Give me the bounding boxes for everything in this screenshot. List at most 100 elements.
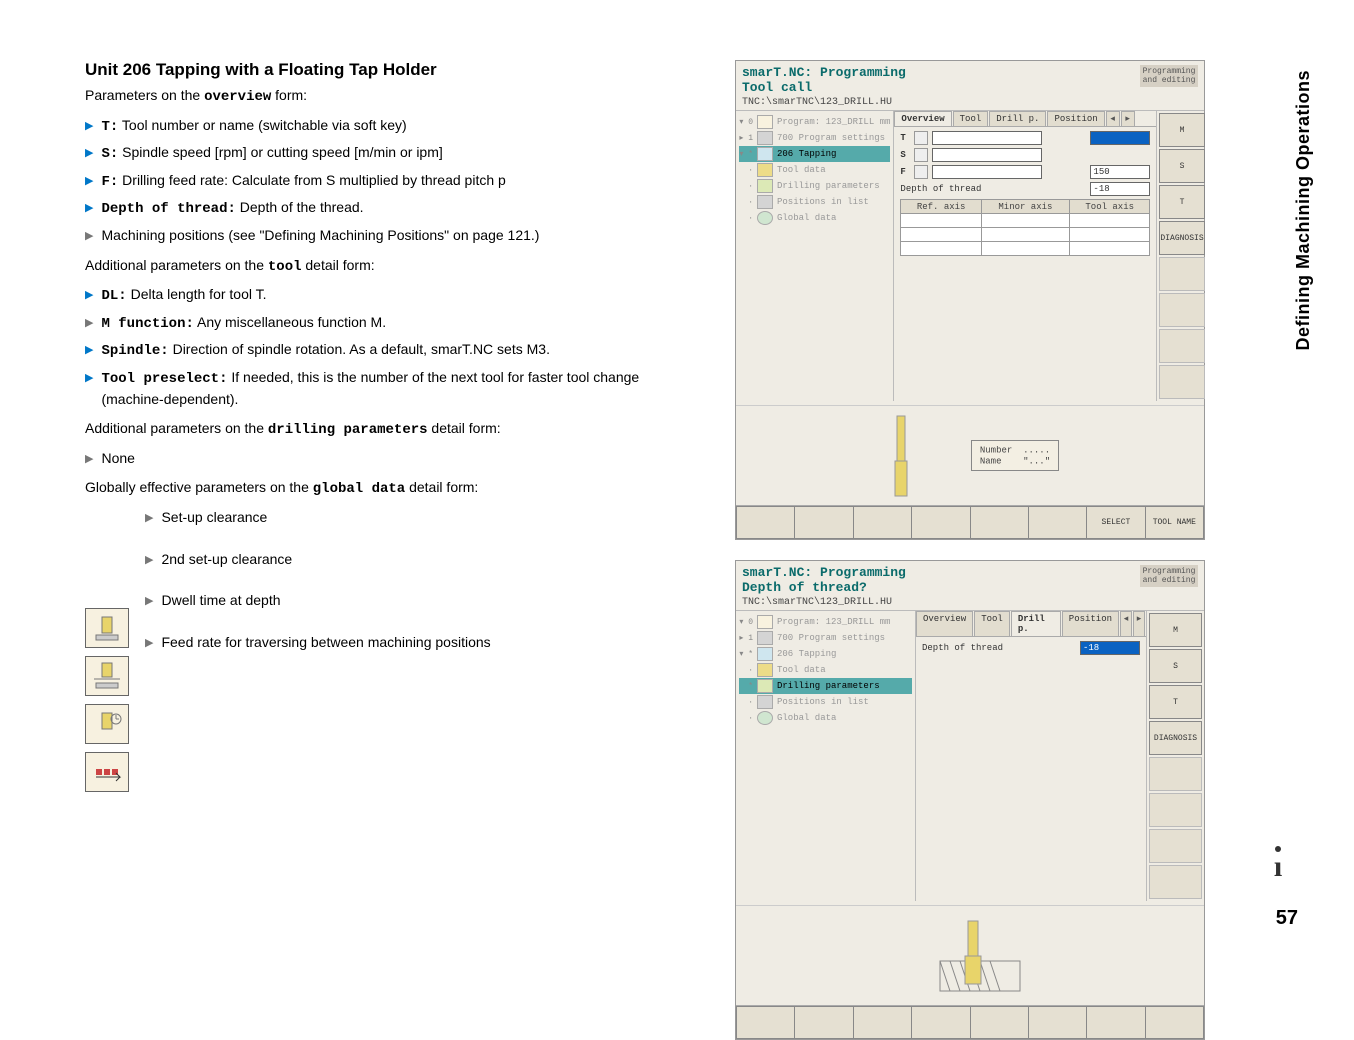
feed-icon <box>914 165 928 179</box>
overview-bullet-list: ▶T: Tool number or name (switchable via … <box>85 116 705 246</box>
tree-row[interactable]: ·Drilling parameters <box>739 178 890 194</box>
field-T-aux[interactable] <box>1090 131 1150 145</box>
tab-scroll-left[interactable]: ◂ <box>1106 111 1120 126</box>
tab-scroll-right[interactable]: ▸ <box>1133 611 1145 636</box>
softkey-tool-name[interactable]: TOOL NAME <box>1146 506 1204 539</box>
tree-row[interactable]: ▾ 0Program: 123_DRILL mm <box>739 114 890 130</box>
tree-node-icon <box>757 663 773 677</box>
mode-button-blank[interactable] <box>1159 329 1204 363</box>
bullet-text: Tool preselect: If needed, this is the n… <box>101 368 705 409</box>
program-tree[interactable]: ▾ 0Program: 123_DRILL mm▸ 1700 Program s… <box>736 611 916 901</box>
mode-button-t[interactable]: T <box>1149 685 1202 719</box>
field-F[interactable]: 150 <box>1090 165 1150 179</box>
tree-node-icon <box>757 631 773 645</box>
mode-button-blank[interactable] <box>1159 293 1204 327</box>
tree-row[interactable]: ▾ *206 Tapping <box>739 646 912 662</box>
bullet-text: Dwell time at depth <box>161 591 280 611</box>
mode-button-m[interactable]: M <box>1159 113 1204 147</box>
tree-row[interactable]: ·Tool data <box>739 162 890 178</box>
tree-row[interactable]: ·Global data <box>739 710 912 726</box>
field-depth[interactable]: -18 <box>1090 182 1150 196</box>
softkey-blank[interactable] <box>1029 506 1087 539</box>
ref-axis-table[interactable]: Ref. axisMinor axisTool axis <box>900 199 1150 256</box>
text-column: Unit 206 Tapping with a Floating Tap Hol… <box>85 60 705 1040</box>
softkey-blank[interactable] <box>854 506 912 539</box>
tab-position[interactable]: Position <box>1062 611 1119 636</box>
mode-button-blank[interactable] <box>1159 365 1204 399</box>
overview-intro: Parameters on the overview form: <box>85 86 705 108</box>
softkey-blank[interactable] <box>1029 1006 1087 1039</box>
mode-button-blank[interactable] <box>1149 865 1202 899</box>
mode-button-m[interactable]: M <box>1149 613 1202 647</box>
field-S[interactable] <box>932 148 1042 162</box>
tree-row[interactable]: ▸ 1700 Program settings <box>739 630 912 646</box>
softkey-bar[interactable] <box>736 1005 1204 1039</box>
mode-button-diagnosis[interactable]: DIAGNOSIS <box>1149 721 1202 755</box>
mode-button-s[interactable]: S <box>1149 649 1202 683</box>
tab-overview[interactable]: Overview <box>916 611 973 636</box>
tree-row[interactable]: ·Positions in list <box>739 694 912 710</box>
softkey-blank[interactable] <box>795 1006 853 1039</box>
mode-button-blank[interactable] <box>1159 257 1204 291</box>
mode-button-blank[interactable] <box>1149 793 1202 827</box>
softkey-blank[interactable] <box>971 506 1029 539</box>
bullet-item: ▶Spindle: Direction of spindle rotation.… <box>85 340 705 362</box>
tree-row[interactable]: ·Tool data <box>739 662 912 678</box>
tree-row[interactable]: ▾ 0Program: 123_DRILL mm <box>739 614 912 630</box>
window-subtitle: Depth of thread? <box>742 580 906 595</box>
tree-label: Positions in list <box>777 197 869 207</box>
bullet-item: ▶T: Tool number or name (switchable via … <box>85 116 705 138</box>
form-tabs[interactable]: OverviewToolDrill p.Position◂▸ <box>916 611 1146 637</box>
mode-button-t[interactable]: T <box>1159 185 1204 219</box>
bullet-item: ▶S: Spindle speed [rpm] or cutting speed… <box>85 143 705 165</box>
softkey-blank[interactable] <box>971 1006 1029 1039</box>
tree-node-icon <box>757 131 773 145</box>
tab-drillp[interactable]: Drill p. <box>989 111 1046 126</box>
tab-tool[interactable]: Tool <box>953 111 989 126</box>
tree-row[interactable]: ·Positions in list <box>739 194 890 210</box>
intro-bold: tool <box>268 259 302 275</box>
softkey-select[interactable]: SELECT <box>1087 506 1145 539</box>
traverse-feed-icon <box>85 752 129 792</box>
mode-button-diagnosis[interactable]: DIAGNOSIS <box>1159 221 1204 255</box>
field-F-aux[interactable] <box>932 165 1042 179</box>
softkey-blank[interactable] <box>1087 1006 1145 1039</box>
intro-bold: drilling parameters <box>268 422 428 438</box>
diagram-hint-box: Number ..... Name "..." <box>971 440 1059 471</box>
softkey-blank[interactable] <box>795 506 853 539</box>
intro-text: Globally effective parameters on the <box>85 479 313 495</box>
softkey-blank[interactable] <box>1146 1006 1204 1039</box>
softkey-blank[interactable] <box>736 1006 795 1039</box>
tab-overview[interactable]: Overview <box>894 111 951 126</box>
tree-row[interactable]: ▾ *206 Tapping <box>739 146 890 162</box>
tree-row[interactable]: *Drilling parameters <box>739 678 912 694</box>
tree-row[interactable]: ▸ 1700 Program settings <box>739 130 890 146</box>
softkey-bar[interactable]: SELECTTOOL NAME <box>736 505 1204 539</box>
softkey-blank[interactable] <box>912 1006 970 1039</box>
tool-intro: Additional parameters on the tool detail… <box>85 256 705 278</box>
field-depth[interactable]: -18 <box>1080 641 1140 655</box>
field-T[interactable] <box>932 131 1042 145</box>
mode-button-s[interactable]: S <box>1159 149 1204 183</box>
tree-label: 700 Program settings <box>777 133 885 143</box>
program-tree[interactable]: ▾ 0Program: 123_DRILL mm▸ 1700 Program s… <box>736 111 894 401</box>
hint-number-label: Number <box>980 446 1012 456</box>
softkey-blank[interactable] <box>736 506 795 539</box>
intro-text-post: detail form: <box>428 420 501 436</box>
form-tabs[interactable]: OverviewToolDrill p.Position◂▸ <box>894 111 1156 127</box>
tab-drillp[interactable]: Drill p. <box>1011 611 1061 636</box>
mode-button-blank[interactable] <box>1149 829 1202 863</box>
bullet-item: ▶M function: Any miscellaneous function … <box>85 313 705 335</box>
bullet-text: DL: Delta length for tool T. <box>101 285 266 307</box>
tree-row[interactable]: ·Global data <box>739 210 890 226</box>
softkey-blank[interactable] <box>912 506 970 539</box>
bullet-text: M function: Any miscellaneous function M… <box>101 313 386 335</box>
bullet-bold: F: <box>101 174 118 190</box>
tab-tool[interactable]: Tool <box>974 611 1010 636</box>
mode-button-blank[interactable] <box>1149 757 1202 791</box>
softkey-blank[interactable] <box>854 1006 912 1039</box>
tab-scroll-right[interactable]: ▸ <box>1121 111 1135 126</box>
tab-position[interactable]: Position <box>1047 111 1104 126</box>
tab-scroll-left[interactable]: ◂ <box>1120 611 1132 636</box>
bullet-bold: Spindle: <box>101 343 168 359</box>
